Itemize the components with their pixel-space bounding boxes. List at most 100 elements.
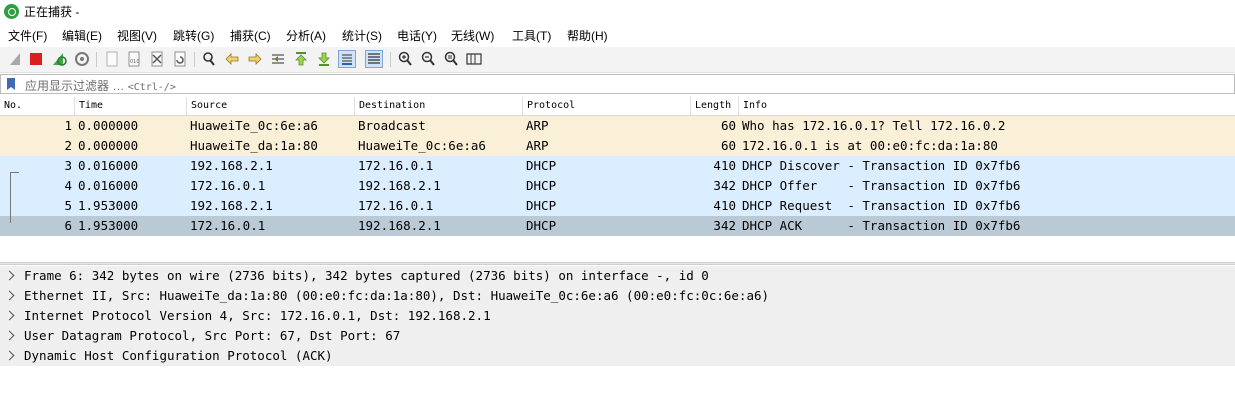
go-to-packet-icon[interactable]: [269, 50, 287, 68]
autoscroll-icon[interactable]: [338, 50, 356, 68]
detail-text: Internet Protocol Version 4, Src: 172.16…: [24, 308, 491, 323]
zoom-out-icon[interactable]: [419, 50, 437, 68]
restart-capture-icon[interactable]: [50, 50, 68, 68]
packet-row[interactable]: 6 1.953000 172.16.0.1 192.168.2.1 DHCP 342 DHC…: [0, 216, 1235, 236]
menu-bar: 文件(F) 编辑(E) 视图(V) 跳转(G) 捕获(C) 分析(A) 统计(S…: [0, 24, 1235, 46]
packet-protocol: DHCP: [526, 178, 557, 193]
main-toolbar: 010: [0, 47, 1235, 73]
packet-no: 4: [64, 178, 72, 193]
packet-protocol: DHCP: [526, 218, 557, 233]
packet-length: 342: [713, 218, 736, 233]
menu-statistics[interactable]: 统计(S): [342, 27, 382, 44]
packet-no: 6: [64, 218, 72, 233]
go-last-icon[interactable]: [315, 50, 333, 68]
close-file-icon[interactable]: [148, 50, 166, 68]
column-header-no[interactable]: No.: [4, 100, 22, 116]
go-forward-icon[interactable]: [246, 50, 264, 68]
conversation-bracket: [10, 172, 19, 223]
packet-row[interactable]: 4 0.016000 172.16.0.1 192.168.2.1 DHCP 342 DHC…: [0, 176, 1235, 196]
packet-source: 172.16.0.1: [190, 178, 266, 193]
packet-info: DHCP Offer - Transaction ID 0x7fb6: [742, 178, 1021, 193]
packet-length: 60: [720, 118, 736, 133]
column-header-destination[interactable]: Destination: [359, 100, 425, 116]
start-capture-icon[interactable]: [6, 50, 24, 68]
packet-destination: 172.16.0.1: [358, 158, 434, 173]
bookmark-icon[interactable]: [7, 78, 15, 90]
go-back-icon[interactable]: [223, 50, 241, 68]
menu-view[interactable]: 视图(V): [117, 27, 157, 44]
detail-tree-item[interactable]: Ethernet II, Src: HuaweiTe_da:1a:80 (00:…: [0, 286, 1235, 306]
expand-arrow-icon[interactable]: [4, 350, 15, 361]
detail-tree-item[interactable]: Internet Protocol Version 4, Src: 172.16…: [0, 306, 1235, 326]
resize-columns-icon[interactable]: [465, 50, 483, 68]
menu-telephony[interactable]: 电话(Y): [397, 27, 437, 44]
packet-time: 1.953000: [78, 218, 139, 233]
expand-arrow-icon[interactable]: [4, 330, 15, 341]
column-header-source[interactable]: Source: [191, 100, 227, 116]
packet-protocol: DHCP: [526, 198, 557, 213]
menu-tools[interactable]: 工具(T): [512, 27, 551, 44]
packet-destination: Broadcast: [358, 118, 426, 133]
zoom-normal-icon[interactable]: [442, 50, 460, 68]
detail-tree-item[interactable]: Frame 6: 342 bytes on wire (2736 bits), …: [0, 266, 1235, 286]
packet-row[interactable]: 3 0.016000 192.168.2.1 172.16.0.1 DHCP 410 DHC…: [0, 156, 1235, 176]
packet-destination: 172.16.0.1: [358, 198, 434, 213]
detail-tree-item[interactable]: Dynamic Host Configuration Protocol (ACK…: [0, 346, 1235, 366]
column-header-info[interactable]: Info: [743, 100, 767, 116]
packet-info: Who has 172.16.0.1? Tell 172.16.0.2: [742, 118, 1006, 133]
go-first-icon[interactable]: [292, 50, 310, 68]
detail-tree-item[interactable]: User Datagram Protocol, Src Port: 67, Ds…: [0, 326, 1235, 346]
find-packet-icon[interactable]: [200, 50, 218, 68]
display-filter-bar[interactable]: 应用显示过滤器 … <Ctrl-/>: [0, 74, 1235, 94]
packet-length: 410: [713, 158, 736, 173]
packet-length: 342: [713, 178, 736, 193]
packet-protocol: DHCP: [526, 158, 557, 173]
menu-wireless[interactable]: 无线(W): [451, 27, 494, 44]
detail-text: User Datagram Protocol, Src Port: 67, Ds…: [24, 328, 401, 343]
detail-text: Frame 6: 342 bytes on wire (2736 bits), …: [24, 268, 709, 283]
packet-protocol: ARP: [526, 118, 549, 133]
capture-options-icon[interactable]: [73, 50, 91, 68]
save-file-icon[interactable]: 010: [125, 50, 143, 68]
packet-row[interactable]: 1 0.000000 HuaweiTe_0c:6e:a6 Broadcast ARP 60…: [0, 116, 1235, 136]
packet-destination: 192.168.2.1: [358, 178, 441, 193]
stop-capture-icon[interactable]: [27, 50, 45, 68]
packet-info: DHCP ACK - Transaction ID 0x7fb6: [742, 218, 1021, 233]
filter-placeholder[interactable]: 应用显示过滤器 … <Ctrl-/>: [25, 77, 176, 94]
packet-source: HuaweiTe_0c:6e:a6: [190, 118, 318, 133]
packet-row[interactable]: 5 1.953000 192.168.2.1 172.16.0.1 DHCP 410 DHC…: [0, 196, 1235, 216]
expand-arrow-icon[interactable]: [4, 290, 15, 301]
pane-splitter[interactable]: [0, 262, 1235, 265]
zoom-in-icon[interactable]: [396, 50, 414, 68]
expand-arrow-icon[interactable]: [4, 270, 15, 281]
packet-time: 0.016000: [78, 178, 139, 193]
packet-time: 1.953000: [78, 198, 139, 213]
packet-time: 0.016000: [78, 158, 139, 173]
detail-text: Ethernet II, Src: HuaweiTe_da:1a:80 (00:…: [24, 288, 770, 303]
packet-protocol: ARP: [526, 138, 549, 153]
title-bar: 正在捕获 -: [0, 0, 1235, 22]
packet-destination: HuaweiTe_0c:6e:a6: [358, 138, 486, 153]
column-header-time[interactable]: Time: [79, 100, 103, 116]
menu-go[interactable]: 跳转(G): [173, 27, 214, 44]
packet-length: 410: [713, 198, 736, 213]
menu-capture[interactable]: 捕获(C): [230, 27, 271, 44]
column-header-length[interactable]: Length: [695, 100, 731, 116]
packet-list: No. Time Source Destination Protocol Len…: [0, 97, 1235, 260]
menu-help[interactable]: 帮助(H): [567, 27, 608, 44]
svg-text:010: 010: [130, 59, 140, 65]
reload-file-icon[interactable]: [171, 50, 189, 68]
expand-arrow-icon[interactable]: [4, 310, 15, 321]
menu-file[interactable]: 文件(F): [8, 27, 47, 44]
packet-time: 0.000000: [78, 138, 139, 153]
menu-analyze[interactable]: 分析(A): [286, 27, 326, 44]
packet-row[interactable]: 2 0.000000 HuaweiTe_da:1a:80 HuaweiTe_0c:6e…: [0, 136, 1235, 156]
packet-no: 5: [64, 198, 72, 213]
menu-edit[interactable]: 编辑(E): [62, 27, 102, 44]
packet-source: 192.168.2.1: [190, 198, 273, 213]
packet-length: 60: [720, 138, 736, 153]
open-file-icon[interactable]: [103, 50, 121, 68]
packet-info: DHCP Request - Transaction ID 0x7fb6: [742, 198, 1021, 213]
colorize-icon[interactable]: [365, 50, 383, 68]
column-header-protocol[interactable]: Protocol: [527, 100, 575, 116]
